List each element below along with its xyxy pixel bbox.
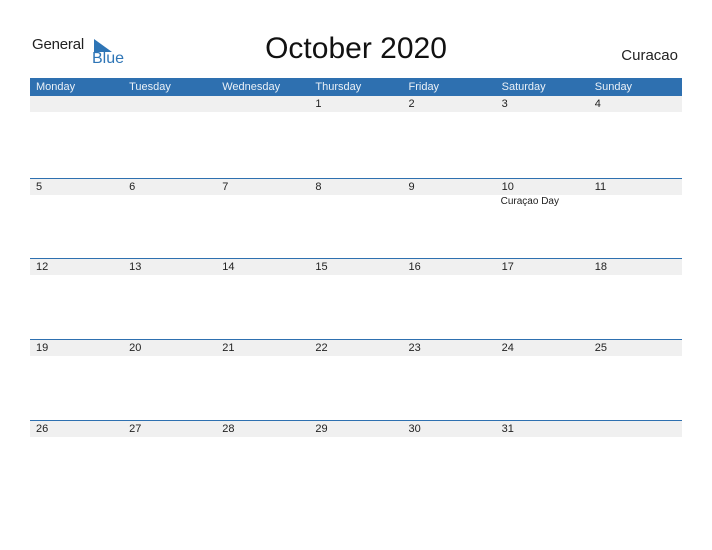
calendar-title: October 2020	[265, 32, 447, 65]
country-label: Curacao	[621, 47, 678, 64]
week-row: 12 13 14 15 16 17 18	[30, 258, 682, 339]
weekday-sunday: Sunday	[594, 81, 633, 93]
holiday-label	[309, 112, 402, 113]
day-number: 19	[36, 342, 49, 354]
holiday-label	[589, 195, 682, 207]
day-number-band: 19 20 21 22 23 24 25	[30, 340, 682, 356]
holiday-label: Curaçao Day	[500, 196, 559, 207]
holiday-label	[403, 437, 496, 438]
day-number: 20	[129, 342, 142, 354]
day-number-band: 12 13 14 15 16 17 18	[30, 259, 682, 275]
holiday-label	[403, 275, 496, 276]
holiday-label	[589, 356, 682, 357]
holiday-label	[216, 437, 309, 438]
holiday-label	[123, 356, 216, 357]
holiday-label	[123, 437, 216, 438]
day-number: 21	[222, 342, 235, 354]
holiday-label	[216, 112, 309, 113]
holiday-label	[496, 275, 589, 276]
day-number: 24	[501, 342, 514, 354]
holiday-label	[403, 195, 496, 207]
day-number: 2	[408, 98, 415, 110]
event-row	[30, 112, 682, 113]
weekday-monday: Monday	[36, 81, 76, 93]
day-number: 10	[501, 181, 514, 193]
week-row: 26 27 28 29 30 31	[30, 420, 682, 501]
holiday-label	[589, 437, 682, 438]
day-number	[123, 96, 216, 112]
weekday-saturday: Saturday	[501, 81, 546, 93]
day-number: 27	[129, 423, 142, 435]
event-row	[30, 275, 682, 276]
day-number	[589, 421, 682, 437]
day-number: 29	[315, 423, 328, 435]
holiday-label	[30, 356, 123, 357]
weekday-tuesday: Tuesday	[129, 81, 171, 93]
day-number: 26	[36, 423, 49, 435]
day-number-band: 26 27 28 29 30 31	[30, 421, 682, 437]
holiday-label	[30, 275, 123, 276]
day-number: 4	[594, 98, 601, 110]
weekday-thursday: Thursday	[315, 81, 362, 93]
day-number: 8	[315, 181, 322, 193]
day-number: 30	[408, 423, 421, 435]
week-row: 19 20 21 22 23 24 25	[30, 339, 682, 420]
event-row	[30, 356, 682, 357]
day-number: 6	[129, 181, 136, 193]
holiday-label	[30, 112, 123, 113]
day-number	[216, 96, 309, 112]
day-number: 7	[222, 181, 229, 193]
day-number: 11	[594, 181, 607, 193]
weekday-wednesday: Wednesday	[222, 81, 281, 93]
day-number-band: 5 6 7 8 9 10 11	[30, 179, 682, 195]
event-row	[30, 437, 682, 438]
holiday-label	[496, 356, 589, 357]
day-number: 12	[36, 261, 49, 273]
holiday-label	[589, 112, 682, 113]
holiday-label	[403, 356, 496, 357]
weekday-header: Monday Tuesday Wednesday Thursday Friday…	[30, 78, 682, 96]
day-number: 28	[222, 423, 235, 435]
day-number: 25	[594, 342, 607, 354]
week-row: 1 2 3 4	[30, 96, 682, 177]
holiday-label	[30, 195, 123, 207]
holiday-label	[496, 437, 589, 438]
holiday-label	[123, 112, 216, 113]
week-row: 5 6 7 8 9 10 11 Curaçao Day	[30, 178, 682, 259]
holiday-label	[216, 275, 309, 276]
holiday-label	[123, 275, 216, 276]
day-number: 9	[408, 181, 415, 193]
holiday-label	[309, 437, 402, 438]
day-number: 23	[408, 342, 421, 354]
day-number: 17	[501, 261, 514, 273]
holiday-label	[216, 356, 309, 357]
holiday-label	[309, 356, 402, 357]
day-number: 1	[315, 98, 322, 110]
day-number: 18	[594, 261, 607, 273]
holiday-label	[30, 437, 123, 438]
weekday-friday: Friday	[408, 81, 440, 93]
day-number-band: 1 2 3 4	[30, 96, 682, 112]
day-number: 31	[501, 423, 514, 435]
holiday-label	[216, 195, 309, 207]
day-number: 3	[501, 98, 508, 110]
day-number: 13	[129, 261, 142, 273]
day-number: 15	[315, 261, 328, 273]
holiday-label	[496, 112, 589, 113]
day-number: 16	[408, 261, 421, 273]
day-number: 14	[222, 261, 235, 273]
holiday-label	[403, 112, 496, 113]
day-number	[30, 96, 123, 112]
holiday-label	[589, 275, 682, 276]
event-row: Curaçao Day	[30, 195, 682, 207]
holiday-label	[309, 195, 402, 207]
holiday-label	[123, 195, 216, 207]
holiday-label	[309, 275, 402, 276]
day-number: 22	[315, 342, 328, 354]
day-number: 5	[36, 181, 43, 193]
